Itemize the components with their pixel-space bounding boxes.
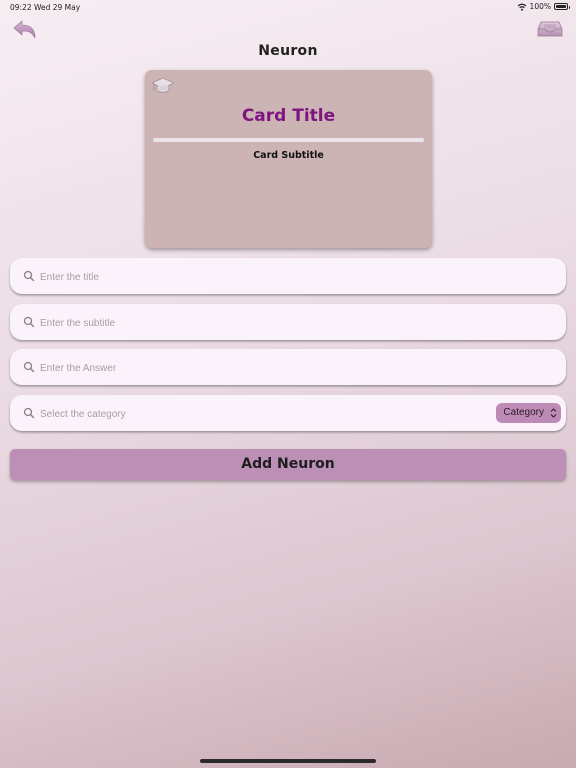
- search-icon: [23, 316, 35, 328]
- back-arrow-icon[interactable]: [12, 18, 38, 42]
- category-picker-label: Category: [503, 407, 544, 418]
- add-neuron-label: Add Neuron: [241, 456, 335, 472]
- subtitle-input[interactable]: [38, 312, 502, 334]
- category-field[interactable]: Category: [10, 395, 566, 431]
- category-picker-button[interactable]: Category: [496, 403, 561, 423]
- battery-percent: 100%: [529, 2, 551, 11]
- answer-field[interactable]: [10, 349, 566, 385]
- battery-icon: [554, 3, 570, 10]
- subtitle-field[interactable]: [10, 304, 566, 340]
- search-icon: [23, 270, 35, 282]
- wifi-icon: [517, 3, 526, 11]
- page-title: Neuron: [258, 43, 318, 59]
- title-input[interactable]: [38, 266, 502, 288]
- chevron-up-down-icon: [550, 408, 557, 418]
- category-input[interactable]: [38, 403, 502, 425]
- card-progress-fill: [153, 138, 424, 142]
- card-subtitle: Card Subtitle: [253, 150, 324, 161]
- status-bar: 09:22 Wed 29 May 100%: [0, 0, 576, 14]
- search-icon: [23, 407, 35, 419]
- card-progress-bar: [153, 138, 424, 142]
- search-icon: [23, 361, 35, 373]
- tray-icon[interactable]: [536, 16, 564, 40]
- status-right: 100%: [517, 2, 570, 11]
- answer-input[interactable]: [38, 357, 502, 379]
- home-indicator[interactable]: [200, 759, 376, 763]
- add-neuron-button[interactable]: Add Neuron: [10, 449, 566, 480]
- status-time: 09:22: [10, 3, 32, 12]
- battery-fill: [556, 5, 566, 8]
- card-preview: Card Title Card Subtitle: [145, 70, 432, 248]
- title-field[interactable]: [10, 258, 566, 294]
- graduation-cap-icon: [151, 77, 175, 93]
- status-date: Wed 29 May: [34, 3, 81, 12]
- card-title: Card Title: [241, 106, 336, 126]
